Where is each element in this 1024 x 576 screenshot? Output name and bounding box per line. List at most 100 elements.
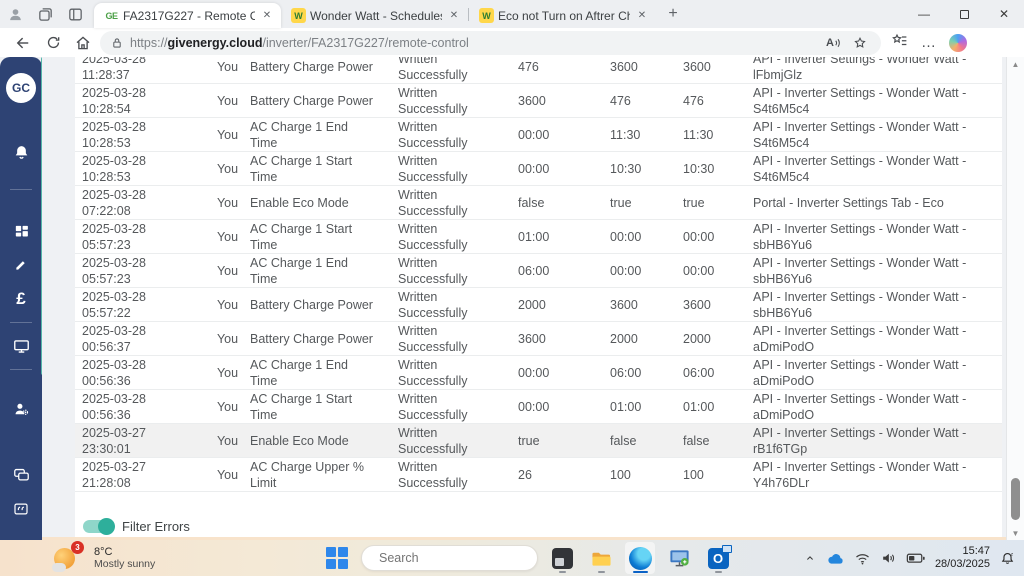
table-row: 2025-03-28 05:57:22 You Battery Charge Po… — [75, 288, 1002, 322]
close-tab-icon[interactable]: ✕ — [259, 8, 275, 24]
scroll-up-arrow[interactable]: ▲ — [1007, 57, 1024, 71]
cell-setting: AC Charge 1 End Time — [250, 255, 348, 286]
outlook-button[interactable]: O — [703, 542, 733, 574]
url-domain: givenergy.cloud — [167, 35, 263, 50]
clock-date: 28/03/2025 — [934, 558, 990, 570]
cell-previous-value: 3600 — [518, 93, 546, 108]
window-controls: — ✕ — [904, 0, 1024, 28]
filter-errors-toggle[interactable] — [83, 518, 115, 535]
cell-source: API - Inverter Settings - Wonder Watt - … — [753, 459, 967, 490]
table-row: 2025-03-28 05:57:23 You AC Charge 1 End T… — [75, 254, 1002, 288]
weather-condition: Mostly sunny — [94, 558, 156, 570]
avatar[interactable]: GC — [6, 73, 36, 103]
refresh-button[interactable] — [38, 30, 68, 56]
workspaces-icon[interactable] — [30, 1, 60, 27]
cell-timestamp: 2025-03-28 05:57:23 — [82, 255, 146, 286]
close-tab-icon[interactable]: ✕ — [634, 8, 650, 24]
tray-chevron-up-icon[interactable] — [803, 551, 817, 565]
wifi-icon[interactable] — [854, 551, 871, 566]
battery-icon[interactable] — [906, 551, 926, 565]
taskbar-clock[interactable]: 15:47 28/03/2025 — [935, 545, 990, 571]
toolbar-right: … — [891, 31, 967, 54]
start-button[interactable] — [322, 542, 352, 574]
browser-toolbar: https://givenergy.cloud/inverter/FA2317G… — [0, 28, 1024, 57]
cell-setting: AC Charge Upper % Limit — [250, 459, 364, 490]
cell-requested-value: 01:00 — [610, 399, 642, 414]
taskbar-app-pc[interactable] — [664, 542, 694, 574]
taskbar-app-dark[interactable] — [547, 542, 577, 574]
cell-status: Written Successfully — [398, 391, 468, 422]
chat-messages-icon[interactable] — [0, 458, 42, 492]
search-input[interactable] — [379, 551, 540, 565]
cell-timestamp: 2025-03-28 10:28:54 — [82, 85, 146, 116]
minimize-button[interactable]: — — [904, 0, 944, 28]
close-window-button[interactable]: ✕ — [984, 0, 1024, 28]
home-button[interactable] — [68, 30, 98, 56]
cell-timestamp: 2025-03-28 00:56:36 — [82, 357, 146, 388]
cell-setting: Battery Charge Power — [250, 297, 373, 312]
scroll-down-arrow[interactable]: ▼ — [1007, 526, 1024, 540]
favorites-bar-icon[interactable] — [891, 31, 909, 54]
remote-control-monitor-icon[interactable] — [0, 329, 42, 363]
file-explorer-button[interactable] — [586, 542, 616, 574]
notification-bell-icon[interactable]: z — [999, 550, 1016, 567]
tariff-pound-icon[interactable]: £ — [0, 282, 42, 316]
cell-requested-value: 10:30 — [610, 161, 642, 176]
cell-previous-value: 2000 — [518, 297, 546, 312]
cell-result-value: 476 — [683, 93, 704, 108]
cell-timestamp: 2025-03-27 21:28:08 — [82, 459, 146, 490]
cell-result-value: 01:00 — [683, 399, 715, 414]
read-aloud-icon[interactable]: A — [821, 32, 847, 54]
onedrive-cloud-icon[interactable] — [826, 551, 845, 566]
profile-icon[interactable] — [0, 1, 30, 27]
cell-user: You — [216, 331, 239, 346]
cell-status: Written Successfully — [398, 255, 468, 286]
feedback-quote-icon[interactable] — [0, 492, 42, 526]
cell-setting: Battery Charge Power — [250, 331, 373, 346]
tab-wonder-watt-schedules[interactable]: W Wonder Watt - Schedules ✕ — [281, 3, 468, 28]
cell-timestamp: 2025-03-28 11:28:37 — [82, 57, 146, 82]
cell-status: Written Successfully — [398, 85, 468, 116]
page-scrollbar[interactable]: ▲ ▼ — [1006, 57, 1024, 540]
tab-actions-icon[interactable] — [60, 1, 90, 27]
toggle-knob — [98, 518, 115, 535]
weather-widget[interactable]: 3 8°C Mostly sunny — [52, 541, 156, 572]
cell-source: API - Inverter Settings - Wonder Watt - … — [753, 289, 967, 320]
page-content: GC £ 2025-03-28 11:28:37 You Battery Cha… — [0, 57, 1024, 540]
edit-pencil-icon[interactable] — [0, 248, 42, 282]
new-tab-button[interactable]: + — [660, 1, 686, 27]
tab-remote-control[interactable]: GE FA2317G227 - Remote Control | g ✕ — [94, 3, 281, 28]
edge-taskbar-button[interactable] — [625, 542, 655, 574]
url-text: https://givenergy.cloud/inverter/FA2317G… — [130, 36, 821, 50]
address-bar[interactable]: https://givenergy.cloud/inverter/FA2317G… — [100, 30, 881, 55]
cell-user: You — [216, 263, 239, 278]
cell-requested-value: 11:30 — [610, 127, 641, 142]
cell-source: API - Inverter Settings - Wonder Watt - … — [753, 57, 967, 82]
sidebar-divider — [10, 189, 32, 190]
restore-icon — [959, 9, 969, 19]
cell-previous-value: 00:00 — [518, 399, 550, 414]
settings-menu-icon[interactable]: … — [921, 35, 937, 50]
cell-status: Written Successfully — [398, 459, 468, 490]
restore-button[interactable] — [944, 0, 984, 28]
cell-requested-value: false — [610, 433, 637, 448]
tab-eco-forum[interactable]: W Eco not Turn on Aftrer Charge - V ✕ — [469, 3, 656, 28]
taskbar-search[interactable] — [361, 545, 540, 571]
scrollbar-thumb[interactable] — [1011, 478, 1020, 520]
cell-previous-value: true — [518, 433, 540, 448]
volume-icon[interactable] — [880, 550, 897, 566]
cell-source: API - Inverter Settings - Wonder Watt - … — [753, 425, 967, 456]
favorite-star-icon[interactable] — [847, 32, 873, 54]
copilot-icon[interactable] — [949, 33, 967, 52]
back-button[interactable] — [8, 30, 38, 56]
settings-history-table: 2025-03-28 11:28:37 You Battery Charge Po… — [75, 57, 1002, 540]
close-tab-icon[interactable]: ✕ — [446, 8, 462, 24]
cell-user: You — [216, 195, 239, 210]
notifications-bell-icon[interactable] — [0, 135, 42, 169]
table-row: 2025-03-28 11:28:37 You Battery Charge Po… — [75, 57, 1002, 84]
cell-timestamp: 2025-03-28 10:28:53 — [82, 153, 146, 184]
dashboard-grid-icon[interactable] — [0, 214, 42, 248]
cell-previous-value: 00:00 — [518, 127, 550, 142]
account-settings-icon[interactable] — [0, 392, 42, 426]
cell-source: Portal - Inverter Settings Tab - Eco — [753, 195, 944, 210]
